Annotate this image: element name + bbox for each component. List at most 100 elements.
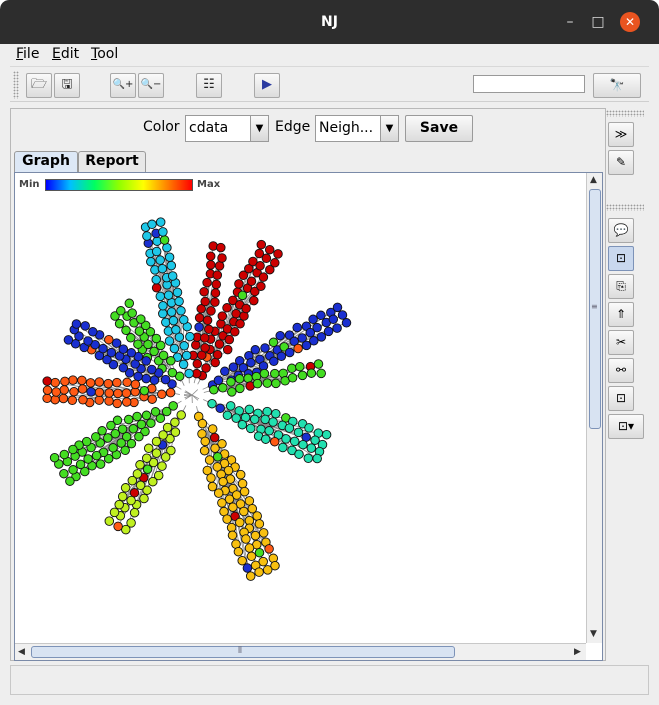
tree-node[interactable] (111, 338, 122, 348)
tree-node[interactable] (269, 356, 279, 367)
tree-node[interactable] (161, 317, 171, 328)
tree-node[interactable] (254, 567, 264, 577)
frame-icon[interactable]: ⊡ (608, 386, 634, 411)
tree-node[interactable] (49, 452, 60, 463)
scroll-right-icon[interactable]: ▶ (574, 647, 581, 657)
tree-node[interactable] (88, 327, 98, 337)
tree-node[interactable] (271, 378, 281, 389)
layout-button[interactable]: ☷ (196, 73, 222, 98)
tree-node[interactable] (147, 219, 157, 230)
tree-node[interactable] (255, 261, 265, 271)
tree-node[interactable] (174, 296, 184, 307)
tree-node[interactable] (126, 348, 137, 358)
tree-node[interactable] (287, 363, 297, 374)
tree-node[interactable] (206, 473, 216, 483)
tree-node[interactable] (158, 227, 168, 237)
tree-node[interactable] (222, 410, 233, 421)
tree-node[interactable] (218, 476, 228, 487)
tree-node[interactable] (143, 443, 154, 454)
tree-node[interactable] (78, 395, 88, 405)
tree-node[interactable] (264, 544, 274, 554)
tree-node[interactable] (104, 388, 114, 398)
tree-node[interactable] (316, 310, 326, 321)
tree-node[interactable] (244, 496, 255, 506)
tree-node[interactable] (199, 333, 210, 343)
tree-node[interactable] (168, 315, 179, 326)
tree-node[interactable] (298, 439, 308, 450)
maximize-icon[interactable]: □ (588, 12, 608, 32)
tree-node[interactable] (199, 287, 209, 297)
tree-node[interactable] (164, 336, 175, 346)
tree-node[interactable] (158, 301, 168, 311)
tree-node[interactable] (126, 333, 136, 343)
tree-node[interactable] (151, 283, 162, 293)
side-toolbar-grip[interactable] (606, 204, 644, 211)
tree-node[interactable] (241, 534, 251, 544)
tree-node[interactable] (141, 453, 152, 463)
tree-node[interactable] (42, 376, 52, 386)
tree-node[interactable] (179, 341, 189, 351)
tree-node[interactable] (128, 424, 139, 434)
run-button[interactable]: ▶ (254, 73, 280, 98)
tree-node[interactable] (160, 374, 171, 385)
tree-node[interactable] (104, 396, 114, 406)
tree-node[interactable] (194, 322, 204, 332)
tree-node[interactable] (306, 368, 317, 378)
tree-node[interactable] (176, 410, 186, 420)
tree-node[interactable] (80, 321, 90, 331)
tree-node[interactable] (323, 326, 334, 337)
tree-node[interactable] (245, 571, 256, 581)
tree-node[interactable] (103, 378, 113, 389)
tree-node[interactable] (60, 376, 70, 387)
vertical-scrollbar[interactable]: ▲ ≡ ▼ (586, 173, 602, 643)
tree-node[interactable] (262, 565, 273, 575)
toolbar-grip[interactable] (13, 71, 19, 99)
tree-node[interactable] (217, 311, 228, 321)
tree-node[interactable] (179, 315, 189, 325)
cut-icon[interactable]: ✂ (608, 330, 634, 355)
tree-node[interactable] (206, 306, 216, 316)
tree-node[interactable] (304, 423, 314, 433)
menu-file[interactable]: File (16, 46, 39, 62)
tree-node[interactable] (205, 251, 216, 261)
tree-node[interactable] (270, 368, 280, 379)
tree-node[interactable] (237, 555, 247, 566)
tree-node[interactable] (292, 322, 302, 333)
tree-node[interactable] (83, 336, 93, 346)
tree-node[interactable] (264, 244, 275, 255)
minimize-icon[interactable]: – (560, 12, 580, 32)
menu-edit[interactable]: Edit (52, 46, 79, 62)
tree-node[interactable] (273, 249, 283, 259)
title-bar[interactable]: NJ – □ ✕ (0, 0, 659, 44)
tree-node[interactable] (185, 331, 195, 342)
tree-node[interactable] (71, 319, 82, 329)
tree-node[interactable] (151, 436, 162, 447)
tree-node[interactable] (103, 433, 113, 443)
tree-node[interactable] (332, 323, 342, 333)
tree-node[interactable] (226, 377, 236, 387)
comment-icon[interactable]: 💬 (608, 218, 634, 243)
tree-node[interactable] (157, 461, 167, 471)
tree-node[interactable] (127, 475, 138, 486)
tree-node[interactable] (120, 483, 131, 493)
tree-node[interactable] (295, 361, 305, 372)
tree-node[interactable] (139, 493, 149, 504)
tree-node[interactable] (260, 414, 270, 425)
tree-node[interactable] (222, 514, 232, 524)
tree-node[interactable] (337, 310, 348, 320)
tree-node[interactable] (157, 263, 168, 274)
zoom-out-button[interactable]: 🔍− (138, 73, 164, 98)
tree-node[interactable] (199, 445, 210, 456)
tree-node[interactable] (202, 277, 212, 288)
tree-node[interactable] (133, 339, 143, 349)
vertical-scroll-thumb[interactable]: ≡ (589, 189, 601, 429)
tree-node[interactable] (321, 429, 332, 440)
tree-node[interactable] (269, 436, 280, 447)
tree-node[interactable] (157, 389, 167, 400)
tree-node[interactable] (227, 530, 238, 541)
tree-node[interactable] (259, 368, 270, 379)
tree-node[interactable] (262, 406, 272, 417)
tree-node[interactable] (227, 387, 237, 397)
tree-node[interactable] (142, 231, 152, 241)
tree-graph[interactable] (15, 173, 586, 643)
